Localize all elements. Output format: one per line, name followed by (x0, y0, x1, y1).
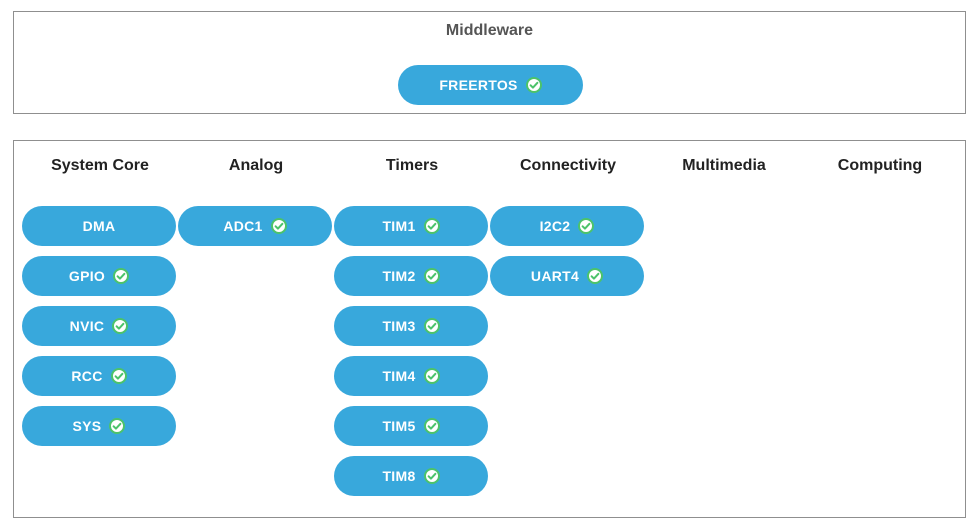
tim2-button[interactable]: TIM2 (334, 256, 488, 296)
sys-label: SYS (72, 418, 102, 434)
dma-label: DMA (82, 218, 116, 234)
gpio-label: GPIO (68, 268, 106, 284)
rcc-label: RCC (71, 368, 103, 384)
category-column-analog: ADC1 (178, 206, 334, 256)
check-circle-icon (423, 418, 440, 434)
categories-panel: System Core Analog Timers Connectivity M… (13, 140, 966, 518)
adc1-label: ADC1 (223, 218, 263, 234)
tim1-label: TIM1 (382, 218, 416, 234)
check-circle-icon (113, 268, 130, 284)
category-column-timers: TIM1 TIM2 TIM3 TIM4 TIM5 TIM8 (334, 206, 490, 506)
check-circle-icon (110, 368, 127, 384)
tim4-button[interactable]: TIM4 (334, 356, 488, 396)
category-header-multimedia: Multimedia (682, 157, 766, 174)
tim4-label: TIM4 (382, 368, 416, 384)
freertos-label: FREERTOS (439, 77, 518, 93)
i2c2-button[interactable]: I2C2 (490, 206, 644, 246)
adc1-button[interactable]: ADC1 (178, 206, 332, 246)
tim2-label: TIM2 (382, 268, 416, 284)
check-circle-icon (578, 218, 595, 234)
tim3-label: TIM3 (382, 318, 416, 334)
category-header-computing: Computing (837, 157, 923, 174)
nvic-label: NVIC (69, 318, 105, 334)
check-circle-icon (587, 268, 604, 284)
check-circle-icon (112, 318, 129, 334)
category-header-analog: Analog (228, 157, 284, 174)
tim8-button[interactable]: TIM8 (334, 456, 488, 496)
check-circle-icon (423, 368, 440, 384)
tim8-label: TIM8 (382, 468, 416, 484)
category-header-system-core: System Core (51, 157, 149, 174)
sys-button[interactable]: SYS (22, 406, 176, 446)
check-circle-icon (270, 218, 287, 234)
category-column-connectivity: I2C2 UART4 (490, 206, 646, 306)
tim1-button[interactable]: TIM1 (334, 206, 488, 246)
tim5-button[interactable]: TIM5 (334, 406, 488, 446)
rcc-button[interactable]: RCC (22, 356, 176, 396)
middleware-panel: Middleware FREERTOS (13, 11, 966, 114)
nvic-button[interactable]: NVIC (22, 306, 176, 346)
dma-button[interactable]: DMA (22, 206, 176, 246)
i2c2-label: I2C2 (539, 218, 571, 234)
check-circle-icon (423, 218, 440, 234)
category-header-connectivity: Connectivity (519, 157, 616, 174)
middleware-title: Middleware (445, 22, 534, 39)
tim5-label: TIM5 (382, 418, 416, 434)
category-column-system-core: DMA GPIO NVIC RCC SYS (22, 206, 178, 456)
uart4-button[interactable]: UART4 (490, 256, 644, 296)
category-header-timers: Timers (385, 157, 439, 174)
check-circle-icon (423, 268, 440, 284)
check-circle-icon (109, 418, 126, 434)
check-circle-icon (423, 318, 440, 334)
tim3-button[interactable]: TIM3 (334, 306, 488, 346)
check-circle-icon (525, 77, 542, 93)
gpio-button[interactable]: GPIO (22, 256, 176, 296)
check-circle-icon (423, 468, 440, 484)
freertos-button[interactable]: FREERTOS (398, 65, 583, 105)
uart4-label: UART4 (530, 268, 580, 284)
